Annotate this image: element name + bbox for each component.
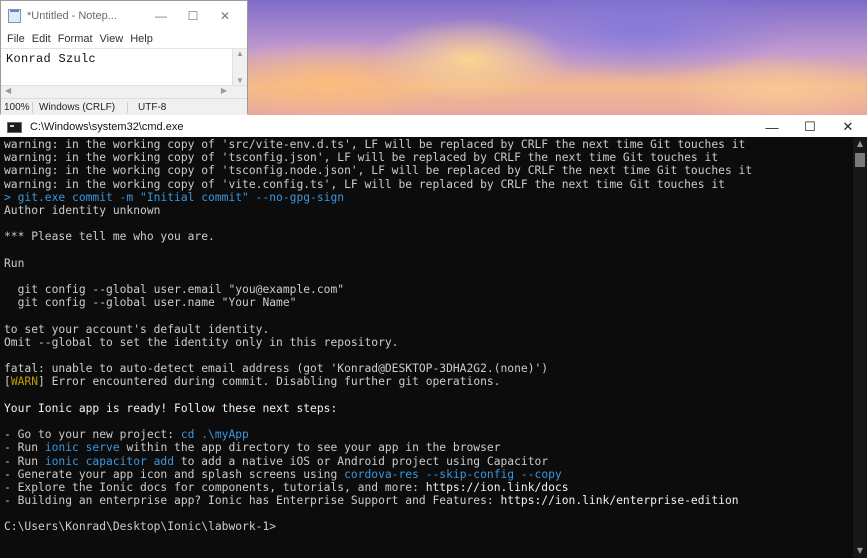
cmd-vertical-scrollbar[interactable]: ▲ ▼	[853, 137, 867, 558]
console-line: > git.exe commit -m "Initial commit" --n…	[4, 191, 853, 204]
console-line: C:\Users\Konrad\Desktop\Ionic\labwork-1>	[4, 520, 853, 533]
scroll-left-icon[interactable]: ◀	[5, 86, 11, 95]
console-icon	[7, 121, 22, 133]
cmd-window[interactable]: C:\Windows\system32\cmd.exe — ☐ ✕ warnin…	[0, 117, 867, 558]
close-button[interactable]: ✕	[209, 7, 241, 25]
console-text: ionic serve	[44, 441, 120, 455]
console-line: - Run ionic capacitor add to add a nativ…	[4, 455, 853, 468]
console-text: git config --global user.email "you@exam…	[4, 283, 345, 297]
menu-view[interactable]: View	[100, 33, 124, 45]
console-text: - Building an enterprise app? Ionic has …	[4, 494, 501, 508]
console-line: warning: in the working copy of 'vite.co…	[4, 178, 853, 191]
console-line: to set your account's default identity.	[4, 323, 853, 336]
notepad-horizontal-scrollbar[interactable]: ◀ ▶	[1, 85, 247, 98]
console-text: to add a native iOS or Android project u…	[174, 454, 549, 468]
console-text: Author identity unknown	[4, 203, 161, 217]
console-line: git config --global user.email "you@exam…	[4, 283, 853, 296]
console-line: Omit --global to set the identity only i…	[4, 336, 853, 349]
scroll-right-icon[interactable]: ▶	[221, 86, 227, 95]
console-text: Your Ionic app is ready! Follow these ne…	[4, 401, 338, 415]
console-line: - Run ionic serve within the app directo…	[4, 441, 853, 454]
notepad-titlebar[interactable]: *Untitled - Notep... — ☐ ✕	[1, 1, 247, 31]
console-text: git config --global user.name "Your Name…	[4, 296, 297, 310]
console-line: *** Please tell me who you are.	[4, 230, 853, 243]
console-text: Run	[4, 256, 25, 270]
console-line: fatal: unable to auto-detect email addre…	[4, 362, 853, 375]
console-line: [WARN] Error encountered during commit. …	[4, 375, 853, 388]
notepad-icon	[8, 9, 21, 23]
maximize-button[interactable]: ☐	[177, 7, 209, 25]
console-text: ] Error encountered during commit. Disab…	[38, 375, 501, 389]
console-text: warning: in the working copy of 'tsconfi…	[4, 164, 753, 178]
encoding: UTF-8	[138, 101, 167, 113]
notepad-vertical-scrollbar[interactable]: ▲ ▼	[232, 49, 247, 85]
console-text: [	[4, 375, 11, 389]
console-line: - Go to your new project: cd .\myApp	[4, 428, 853, 441]
console-text: cordova-res --skip-config --copy	[344, 467, 562, 481]
console-text: fatal: unable to auto-detect email addre…	[4, 362, 549, 376]
console-text: - Go to your new project:	[4, 428, 181, 442]
close-button[interactable]: ✕	[829, 117, 867, 137]
console-text: cd .\myApp	[180, 428, 249, 442]
console-line: - Generate your app icon and splash scre…	[4, 468, 853, 481]
console-line: warning: in the working copy of 'tsconfi…	[4, 151, 853, 164]
scroll-down-icon[interactable]: ▼	[236, 76, 244, 85]
console-text: warning: in the working copy of 'tsconfi…	[4, 151, 719, 165]
notepad-window[interactable]: *Untitled - Notep... — ☐ ✕ File Edit For…	[0, 0, 248, 115]
console-text: - Run	[4, 454, 45, 468]
console-text: Omit --global to set the identity only i…	[4, 335, 399, 349]
console-text: https://ion.link/docs	[425, 480, 569, 494]
console-output[interactable]: warning: in the working copy of 'src/vit…	[0, 137, 853, 558]
console-text: warning: in the working copy of 'vite.co…	[4, 177, 725, 191]
console-line: - Explore the Ionic docs for components,…	[4, 481, 853, 494]
scroll-up-icon[interactable]: ▲	[236, 49, 244, 58]
scroll-thumb[interactable]	[855, 153, 865, 167]
cmd-title: C:\Windows\system32\cmd.exe	[30, 121, 184, 133]
notepad-text-area[interactable]: Konrad Szulc ▲ ▼	[1, 48, 247, 85]
menu-file[interactable]: File	[7, 33, 25, 45]
console-line: git config --global user.name "Your Name…	[4, 296, 853, 309]
console-text: - Run	[4, 441, 45, 455]
notepad-content[interactable]: Konrad Szulc	[1, 49, 247, 66]
console-text: WARN	[10, 375, 39, 389]
console-text: - Explore the Ionic docs for components,…	[4, 480, 426, 494]
notepad-title: *Untitled - Notep...	[27, 10, 117, 22]
console-line: warning: in the working copy of 'tsconfi…	[4, 164, 853, 177]
notepad-menubar: File Edit Format View Help	[1, 31, 247, 47]
console-line: warning: in the working copy of 'src/vit…	[4, 138, 853, 151]
console-text: within the app directory to see your app…	[119, 441, 501, 455]
console-text: C:\Users\Konrad\Desktop\Ionic\labwork-1>	[4, 520, 277, 534]
menu-help[interactable]: Help	[130, 33, 153, 45]
menu-edit[interactable]: Edit	[32, 33, 51, 45]
maximize-button[interactable]: ☐	[791, 117, 829, 137]
scroll-up-icon[interactable]: ▲	[857, 137, 863, 151]
zoom-level: 100%	[1, 101, 33, 113]
console-text: *** Please tell me who you are.	[4, 230, 215, 244]
cmd-titlebar[interactable]: C:\Windows\system32\cmd.exe — ☐ ✕	[0, 117, 867, 137]
console-text: https://ion.link/enterprise-edition	[500, 494, 739, 508]
menu-format[interactable]: Format	[58, 33, 93, 45]
notepad-statusbar: 100% Windows (CRLF) UTF-8	[1, 98, 247, 115]
console-line: - Building an enterprise app? Ionic has …	[4, 494, 853, 507]
line-ending: Windows (CRLF)	[33, 101, 128, 113]
minimize-button[interactable]: —	[145, 7, 177, 25]
minimize-button[interactable]: —	[753, 117, 791, 137]
scroll-down-icon[interactable]: ▼	[857, 544, 863, 558]
console-line: Your Ionic app is ready! Follow these ne…	[4, 402, 853, 415]
console-line: Run	[4, 257, 853, 270]
console-line: Author identity unknown	[4, 204, 853, 217]
console-text: > git.exe commit -m "Initial commit" --n…	[4, 190, 345, 204]
console-text: - Generate your app icon and splash scre…	[4, 467, 345, 481]
console-text: ionic capacitor add	[44, 454, 175, 468]
console-text: to set your account's default identity.	[4, 322, 270, 336]
console-text: warning: in the working copy of 'src/vit…	[4, 138, 746, 151]
